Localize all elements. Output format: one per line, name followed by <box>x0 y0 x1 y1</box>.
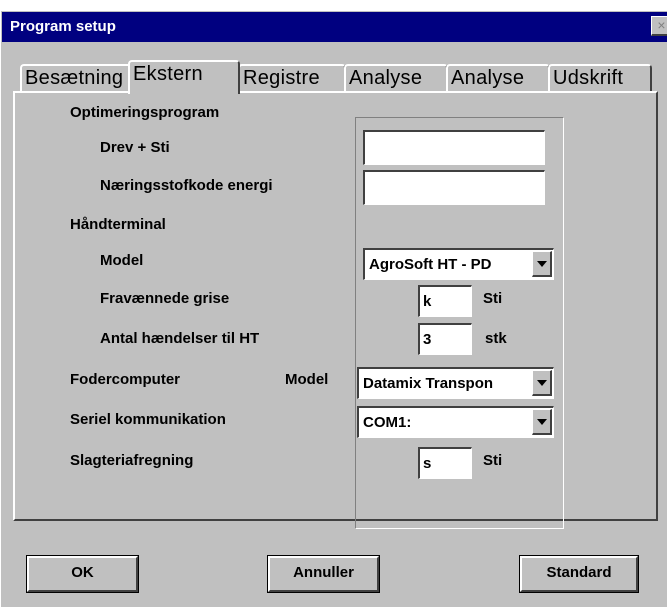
antal-field[interactable]: 3 <box>418 323 472 355</box>
optimering-heading: Optimeringsprogram <box>70 104 220 121</box>
ht-model-value: AgroSoft HT - PD <box>369 256 492 273</box>
window-title: Program setup <box>10 18 116 35</box>
ok-button[interactable]: OK <box>26 555 139 593</box>
tab-registre[interactable]: Registre <box>238 64 346 92</box>
ht-model-label: Model <box>100 252 144 269</box>
tab-label: Analyse <box>349 67 423 89</box>
fravaenn-field[interactable]: k <box>418 285 472 317</box>
tab-label: Ekstern <box>133 63 203 85</box>
ht-model-select[interactable]: AgroSoft HT - PD <box>363 248 554 280</box>
naering-field[interactable] <box>363 170 545 205</box>
seriel-select[interactable]: COM1: <box>357 406 554 438</box>
standard-button[interactable]: Standard <box>519 555 639 593</box>
slagteri-field[interactable]: s <box>418 447 472 479</box>
antal-unit: stk <box>485 330 507 347</box>
tab-udskrift[interactable]: Udskrift <box>548 64 652 92</box>
drev-field[interactable] <box>363 130 545 165</box>
naering-label: Næringsstofkode energi <box>100 177 273 194</box>
slagteri-unit: Sti <box>483 452 503 469</box>
chevron-down-icon[interactable] <box>532 409 552 435</box>
antal-label: Antal hændelser til HT <box>100 330 260 347</box>
fodercomputer-model-label: Model <box>285 371 329 388</box>
tab-label: Registre <box>243 67 320 89</box>
tab-besaetning[interactable]: Besætning <box>20 64 134 92</box>
chevron-down-icon[interactable] <box>532 370 552 396</box>
seriel-value: COM1: <box>363 414 412 431</box>
seriel-label: Seriel kommunikation <box>70 411 226 428</box>
fodercomputer-select[interactable]: Datamix Transpon <box>357 367 554 399</box>
tab-label: Udskrift <box>553 67 624 89</box>
tab-analyse-1[interactable]: Analyse <box>344 64 448 92</box>
fravaenn-label: Fravænnede grise <box>100 290 230 307</box>
chevron-down-icon[interactable] <box>532 251 552 277</box>
fodercomputer-label: Fodercomputer <box>70 371 181 388</box>
tab-ekstern[interactable]: Ekstern <box>128 60 240 94</box>
fravaenn-unit: Sti <box>483 290 503 307</box>
tab-label: Besætning <box>25 67 124 89</box>
tab-label: Analyse <box>451 67 525 89</box>
cancel-button[interactable]: Annuller <box>267 555 380 593</box>
slagteri-label: Slagteriafregning <box>70 452 194 469</box>
drev-label: Drev + Sti <box>100 139 170 156</box>
tab-analyse-2[interactable]: Analyse <box>446 64 550 92</box>
fodercomputer-value: Datamix Transpon <box>363 375 494 392</box>
close-icon[interactable]: × <box>651 16 667 36</box>
title-bar: Program setup × <box>2 12 667 42</box>
handterminal-heading: Håndterminal <box>70 216 166 233</box>
